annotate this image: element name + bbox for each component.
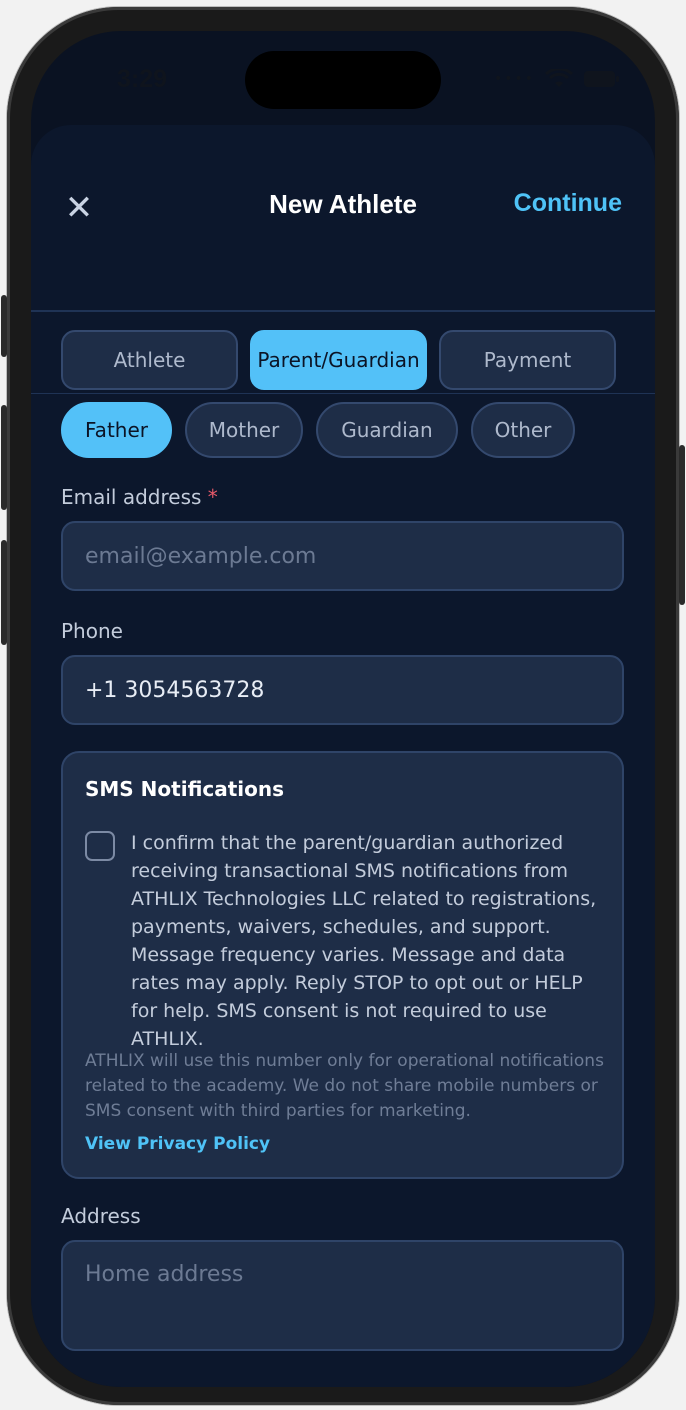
tab-parent-guardian[interactable]: Parent/Guardian [250,330,427,390]
screen: 3:29 •••• ✕ New Athlete Continue Athlete… [31,31,655,1387]
tab-athlete[interactable]: Athlete [61,330,238,390]
phone-field[interactable]: +1 3054563728 [61,655,624,725]
required-mark: * [207,485,218,509]
step-tabs: Athlete Parent/Guardian Payment [61,330,616,390]
continue-button[interactable]: Continue [514,189,622,218]
sms-consent-text: I confirm that the parent/guardian autho… [131,832,597,1050]
chip-guardian[interactable]: Guardian [316,402,458,458]
address-field[interactable]: Home address [61,1240,624,1351]
email-field[interactable]: email@example.com [61,521,624,591]
privacy-policy-link[interactable]: View Privacy Policy [85,1134,270,1154]
chip-mother[interactable]: Mother [185,402,303,458]
power-button [679,445,685,605]
chip-father[interactable]: Father [61,402,172,458]
email-label: Email address * [61,485,218,509]
header-divider [31,310,655,312]
address-label: Address [61,1204,141,1228]
sms-title: SMS Notifications [85,777,285,801]
battery-icon [584,71,619,87]
relation-chips: Father Mother Guardian Other [61,402,575,458]
wifi-icon [545,69,573,87]
tab-payment[interactable]: Payment [439,330,616,390]
status-time: 3:29 [117,65,168,93]
sms-consent-checkbox[interactable] [85,831,115,861]
email-label-text: Email address [61,485,202,509]
signal-icon: •••• [493,71,535,87]
phone-label: Phone [61,619,123,643]
sms-consent-card: SMS Notifications I confirm that the par… [61,751,624,1179]
chip-other[interactable]: Other [471,402,575,458]
status-icons: •••• [494,69,621,89]
action-button [1,295,7,357]
dynamic-island [245,51,441,109]
sms-usage-note: ATHLIX will use this number only for ope… [85,1051,604,1121]
header: ✕ New Athlete Continue [31,171,655,241]
volume-down-button [1,540,7,645]
tabs-divider [31,393,655,394]
volume-up-button [1,405,7,510]
